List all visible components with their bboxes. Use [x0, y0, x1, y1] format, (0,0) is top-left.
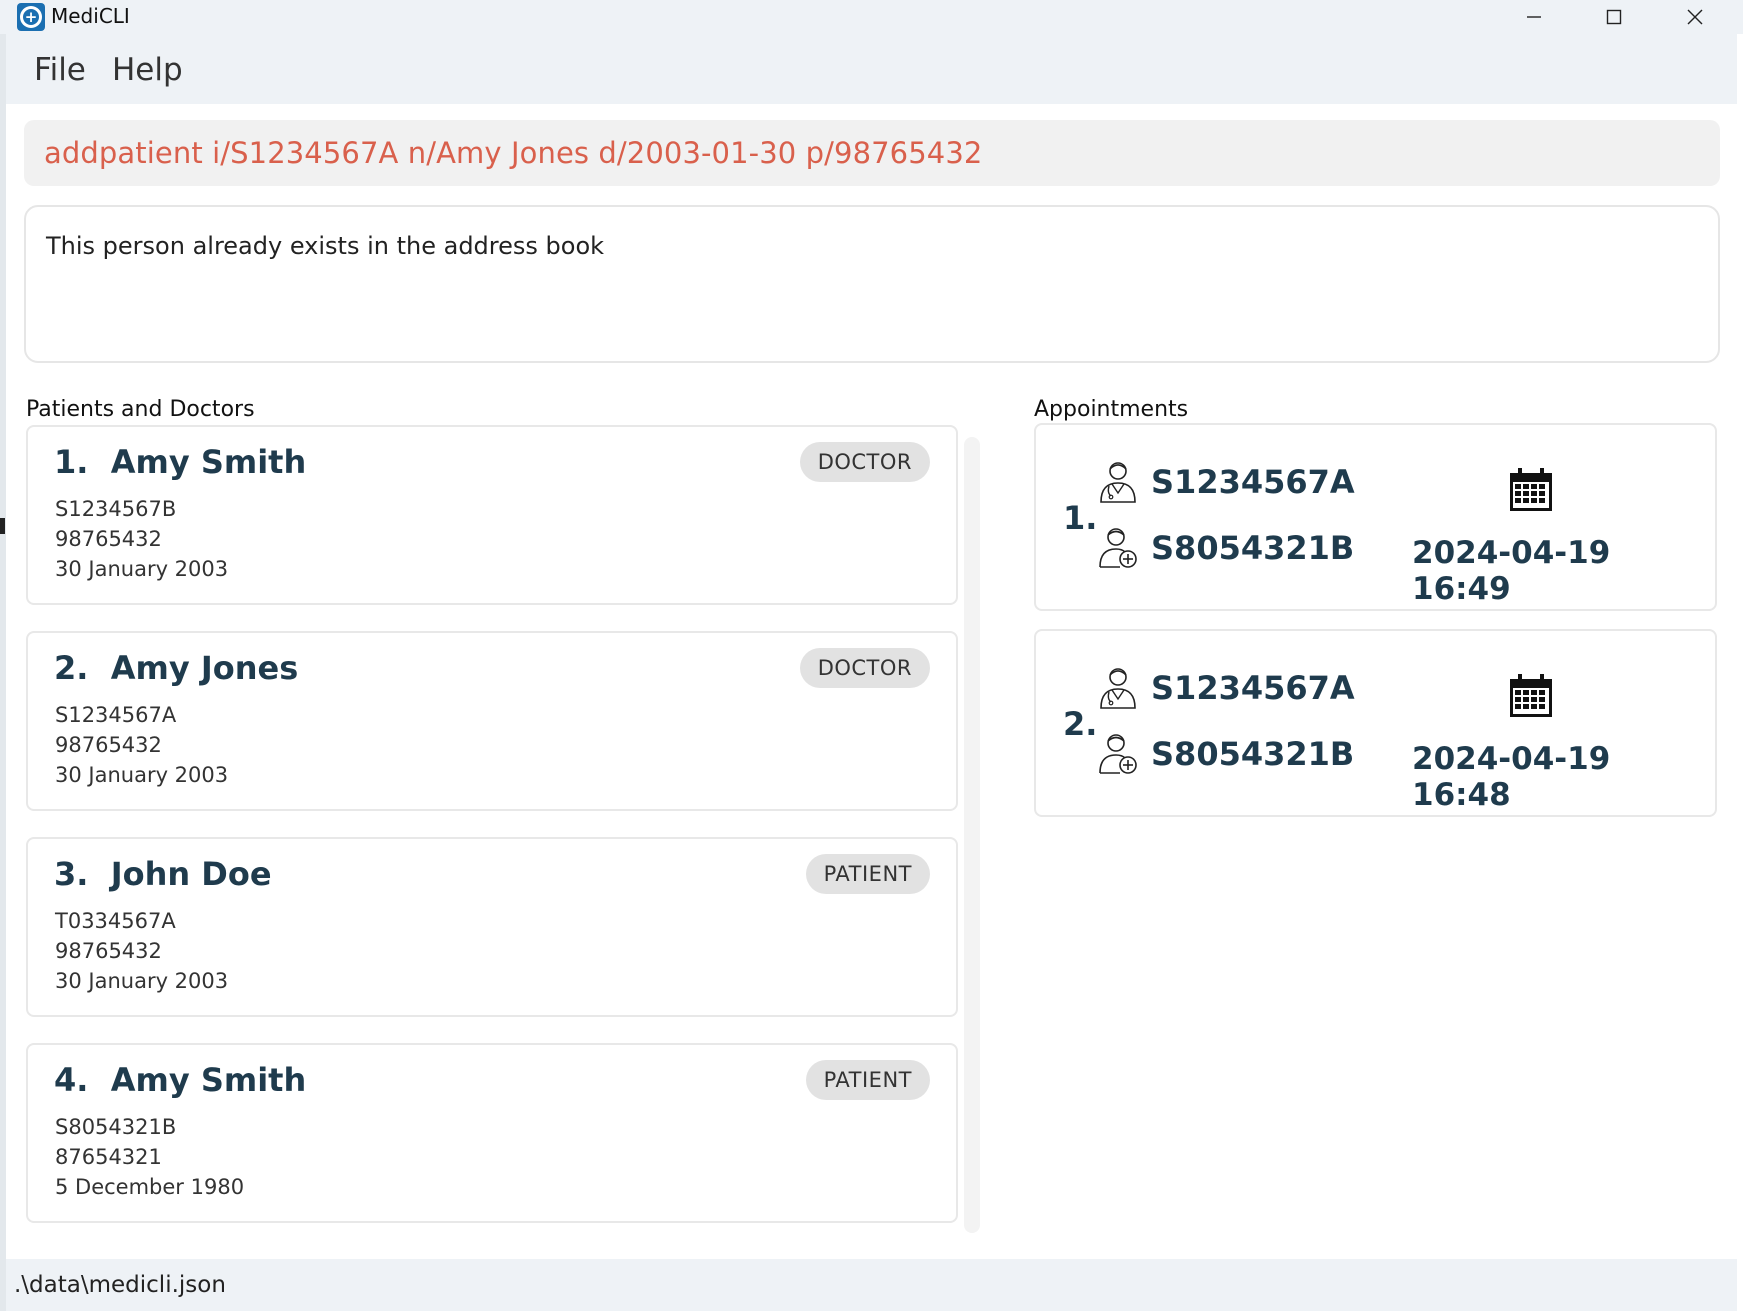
command-input[interactable]: addpatient i/S1234567A n/Amy Jones d/200…	[24, 120, 1720, 186]
appointment-card[interactable]: 2. S1234567A S8054321B 2024-04-19 16:48	[1034, 629, 1717, 817]
appointment-doctor-nric: S1234567A	[1151, 669, 1355, 707]
person-phone: 98765432	[55, 527, 162, 551]
window-edge-marker	[0, 518, 5, 534]
maximize-button[interactable]	[1574, 0, 1654, 34]
persons-panel-title: Patients and Doctors	[26, 397, 255, 422]
appointments-panel-title: Appointments	[1034, 397, 1189, 422]
person-card[interactable]: 1. Amy Smith DOCTOR S1234567B 98765432 3…	[26, 425, 958, 605]
patient-icon	[1099, 528, 1137, 568]
calendar-icon	[1510, 674, 1552, 717]
data-file-path: .\data\medicli.json	[14, 1272, 226, 1298]
medicli-window: + MediCLI File Help addpatient i/S123456…	[0, 0, 1743, 1311]
doctor-icon	[1100, 462, 1136, 503]
role-badge: PATIENT	[805, 854, 930, 894]
role-badge: DOCTOR	[799, 442, 930, 482]
menu-help[interactable]: Help	[112, 52, 183, 88]
command-input-text: addpatient i/S1234567A n/Amy Jones d/200…	[44, 136, 983, 170]
close-icon	[1687, 9, 1703, 25]
person-dob: 30 January 2003	[55, 763, 229, 787]
person-list[interactable]: 1. Amy Smith DOCTOR S1234567B 98765432 3…	[26, 425, 958, 1235]
person-card[interactable]: 3. John Doe PATIENT T0334567A 98765432 3…	[26, 837, 958, 1017]
title-bar: + MediCLI	[0, 0, 1743, 34]
result-message: This person already exists in the addres…	[46, 232, 605, 260]
person-list-scrollbar[interactable]	[964, 437, 980, 1233]
person-name: 4. Amy Smith	[54, 1061, 307, 1099]
menu-file[interactable]: File	[34, 52, 86, 88]
person-phone: 98765432	[55, 733, 162, 757]
person-dob: 30 January 2003	[55, 557, 229, 581]
role-badge: DOCTOR	[799, 648, 930, 688]
appointment-index: 2.	[1063, 705, 1098, 743]
person-card[interactable]: 2. Amy Jones DOCTOR S1234567A 98765432 3…	[26, 631, 958, 811]
appointment-doctor-nric: S1234567A	[1151, 463, 1355, 501]
person-nric: S1234567A	[55, 703, 177, 727]
result-display[interactable]: This person already exists in the addres…	[24, 205, 1720, 363]
person-name: 2. Amy Jones	[54, 649, 299, 687]
menu-bar: File Help	[6, 34, 1737, 104]
status-bar: .\data\medicli.json	[6, 1259, 1737, 1311]
window-left-edge	[0, 34, 6, 1311]
calendar-icon	[1510, 468, 1552, 511]
appointment-datetime: 2024-04-19 16:48	[1412, 741, 1611, 813]
patient-icon	[1099, 734, 1137, 774]
doctor-icon	[1100, 668, 1136, 709]
person-dob: 5 December 1980	[55, 1175, 245, 1199]
person-card[interactable]: 4. Amy Smith PATIENT S8054321B 87654321 …	[26, 1043, 958, 1223]
person-phone: 98765432	[55, 939, 162, 963]
appointment-patient-nric: S8054321B	[1151, 735, 1355, 773]
person-name: 3. John Doe	[54, 855, 272, 893]
minimize-button[interactable]	[1494, 0, 1574, 34]
appointment-datetime: 2024-04-19 16:49	[1412, 535, 1611, 607]
person-nric: S8054321B	[55, 1115, 177, 1139]
role-badge: PATIENT	[805, 1060, 930, 1100]
maximize-icon	[1606, 9, 1622, 25]
window-title: MediCLI	[51, 4, 130, 28]
person-dob: 30 January 2003	[55, 969, 229, 993]
person-nric: S1234567B	[55, 497, 177, 521]
minimize-icon	[1527, 16, 1541, 18]
person-nric: T0334567A	[55, 909, 176, 933]
appointment-index: 1.	[1063, 499, 1098, 537]
medicli-logo-icon: +	[17, 3, 45, 31]
person-phone: 87654321	[55, 1145, 162, 1169]
close-button[interactable]	[1655, 0, 1735, 34]
appointment-card[interactable]: 1. S1234567A S8054321B 2024-04-19 16:49	[1034, 423, 1717, 611]
person-name: 1. Amy Smith	[54, 443, 307, 481]
appointment-patient-nric: S8054321B	[1151, 529, 1355, 567]
